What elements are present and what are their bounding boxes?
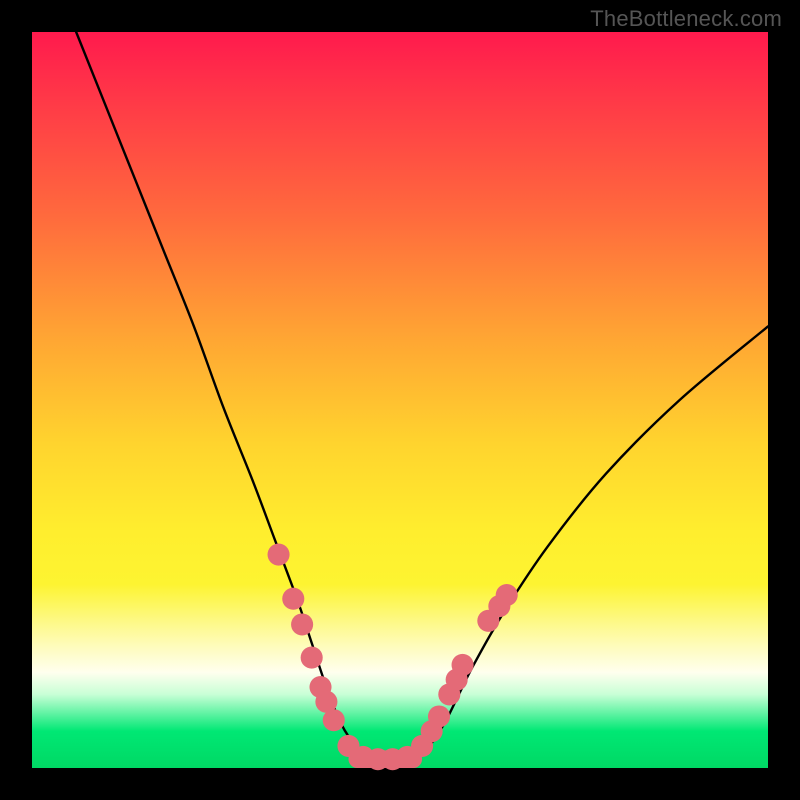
highlight-dot: [301, 647, 323, 669]
chart-overlay: [32, 32, 768, 768]
highlight-dot: [428, 705, 450, 727]
highlight-dot: [282, 588, 304, 610]
watermark-text: TheBottleneck.com: [590, 6, 782, 32]
highlight-dot: [291, 613, 313, 635]
highlighted-points: [268, 544, 518, 771]
outer-black-frame: TheBottleneck.com: [0, 0, 800, 800]
highlight-dot: [323, 709, 345, 731]
highlight-dot: [452, 654, 474, 676]
highlight-dot: [268, 544, 290, 566]
bottleneck-curve-line: [76, 32, 768, 765]
highlight-dot: [496, 584, 518, 606]
